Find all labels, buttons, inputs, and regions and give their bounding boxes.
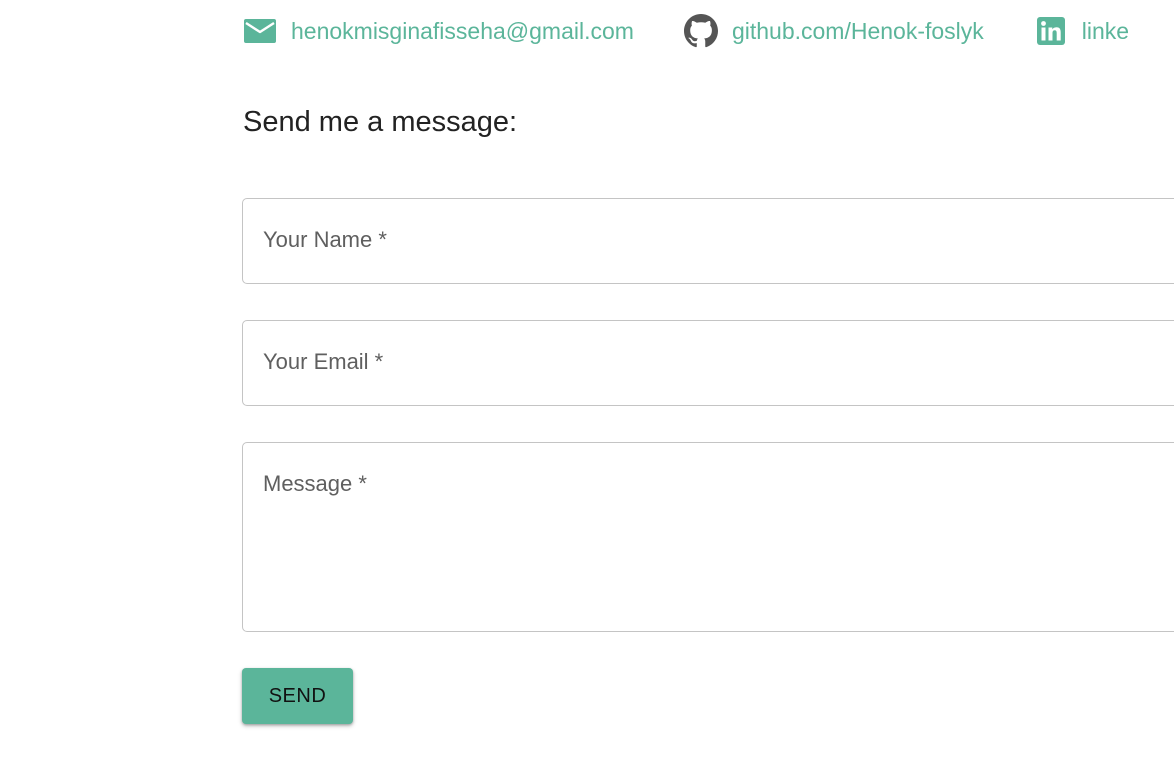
linkedin-link-text: linke <box>1081 17 1130 44</box>
email-link-text: henokmisginafisseha@gmail.com <box>291 17 634 44</box>
name-field[interactable]: Your Name * <box>242 198 1174 284</box>
contact-page: henokmisginafisseha@gmail.com github.com… <box>0 0 1174 762</box>
mail-icon <box>243 14 277 48</box>
github-icon <box>683 14 718 48</box>
name-field-label: Your Name * <box>263 227 387 252</box>
email-field[interactable]: Your Email * <box>242 320 1174 406</box>
linkedin-icon <box>1034 14 1068 48</box>
linkedin-link[interactable]: linke <box>1034 14 1129 48</box>
message-field[interactable]: Message * <box>242 442 1174 632</box>
contact-links: henokmisginafisseha@gmail.com github.com… <box>243 14 1174 48</box>
email-link[interactable]: henokmisginafisseha@gmail.com <box>243 14 634 48</box>
send-button[interactable]: SEND <box>242 668 353 724</box>
github-link[interactable]: github.com/Henok-foslyk <box>683 14 984 48</box>
message-field-label: Message * <box>263 471 367 496</box>
email-field-label: Your Email * <box>263 349 384 374</box>
github-link-text: github.com/Henok-foslyk <box>731 17 984 44</box>
section-title: Send me a message: <box>243 106 518 138</box>
